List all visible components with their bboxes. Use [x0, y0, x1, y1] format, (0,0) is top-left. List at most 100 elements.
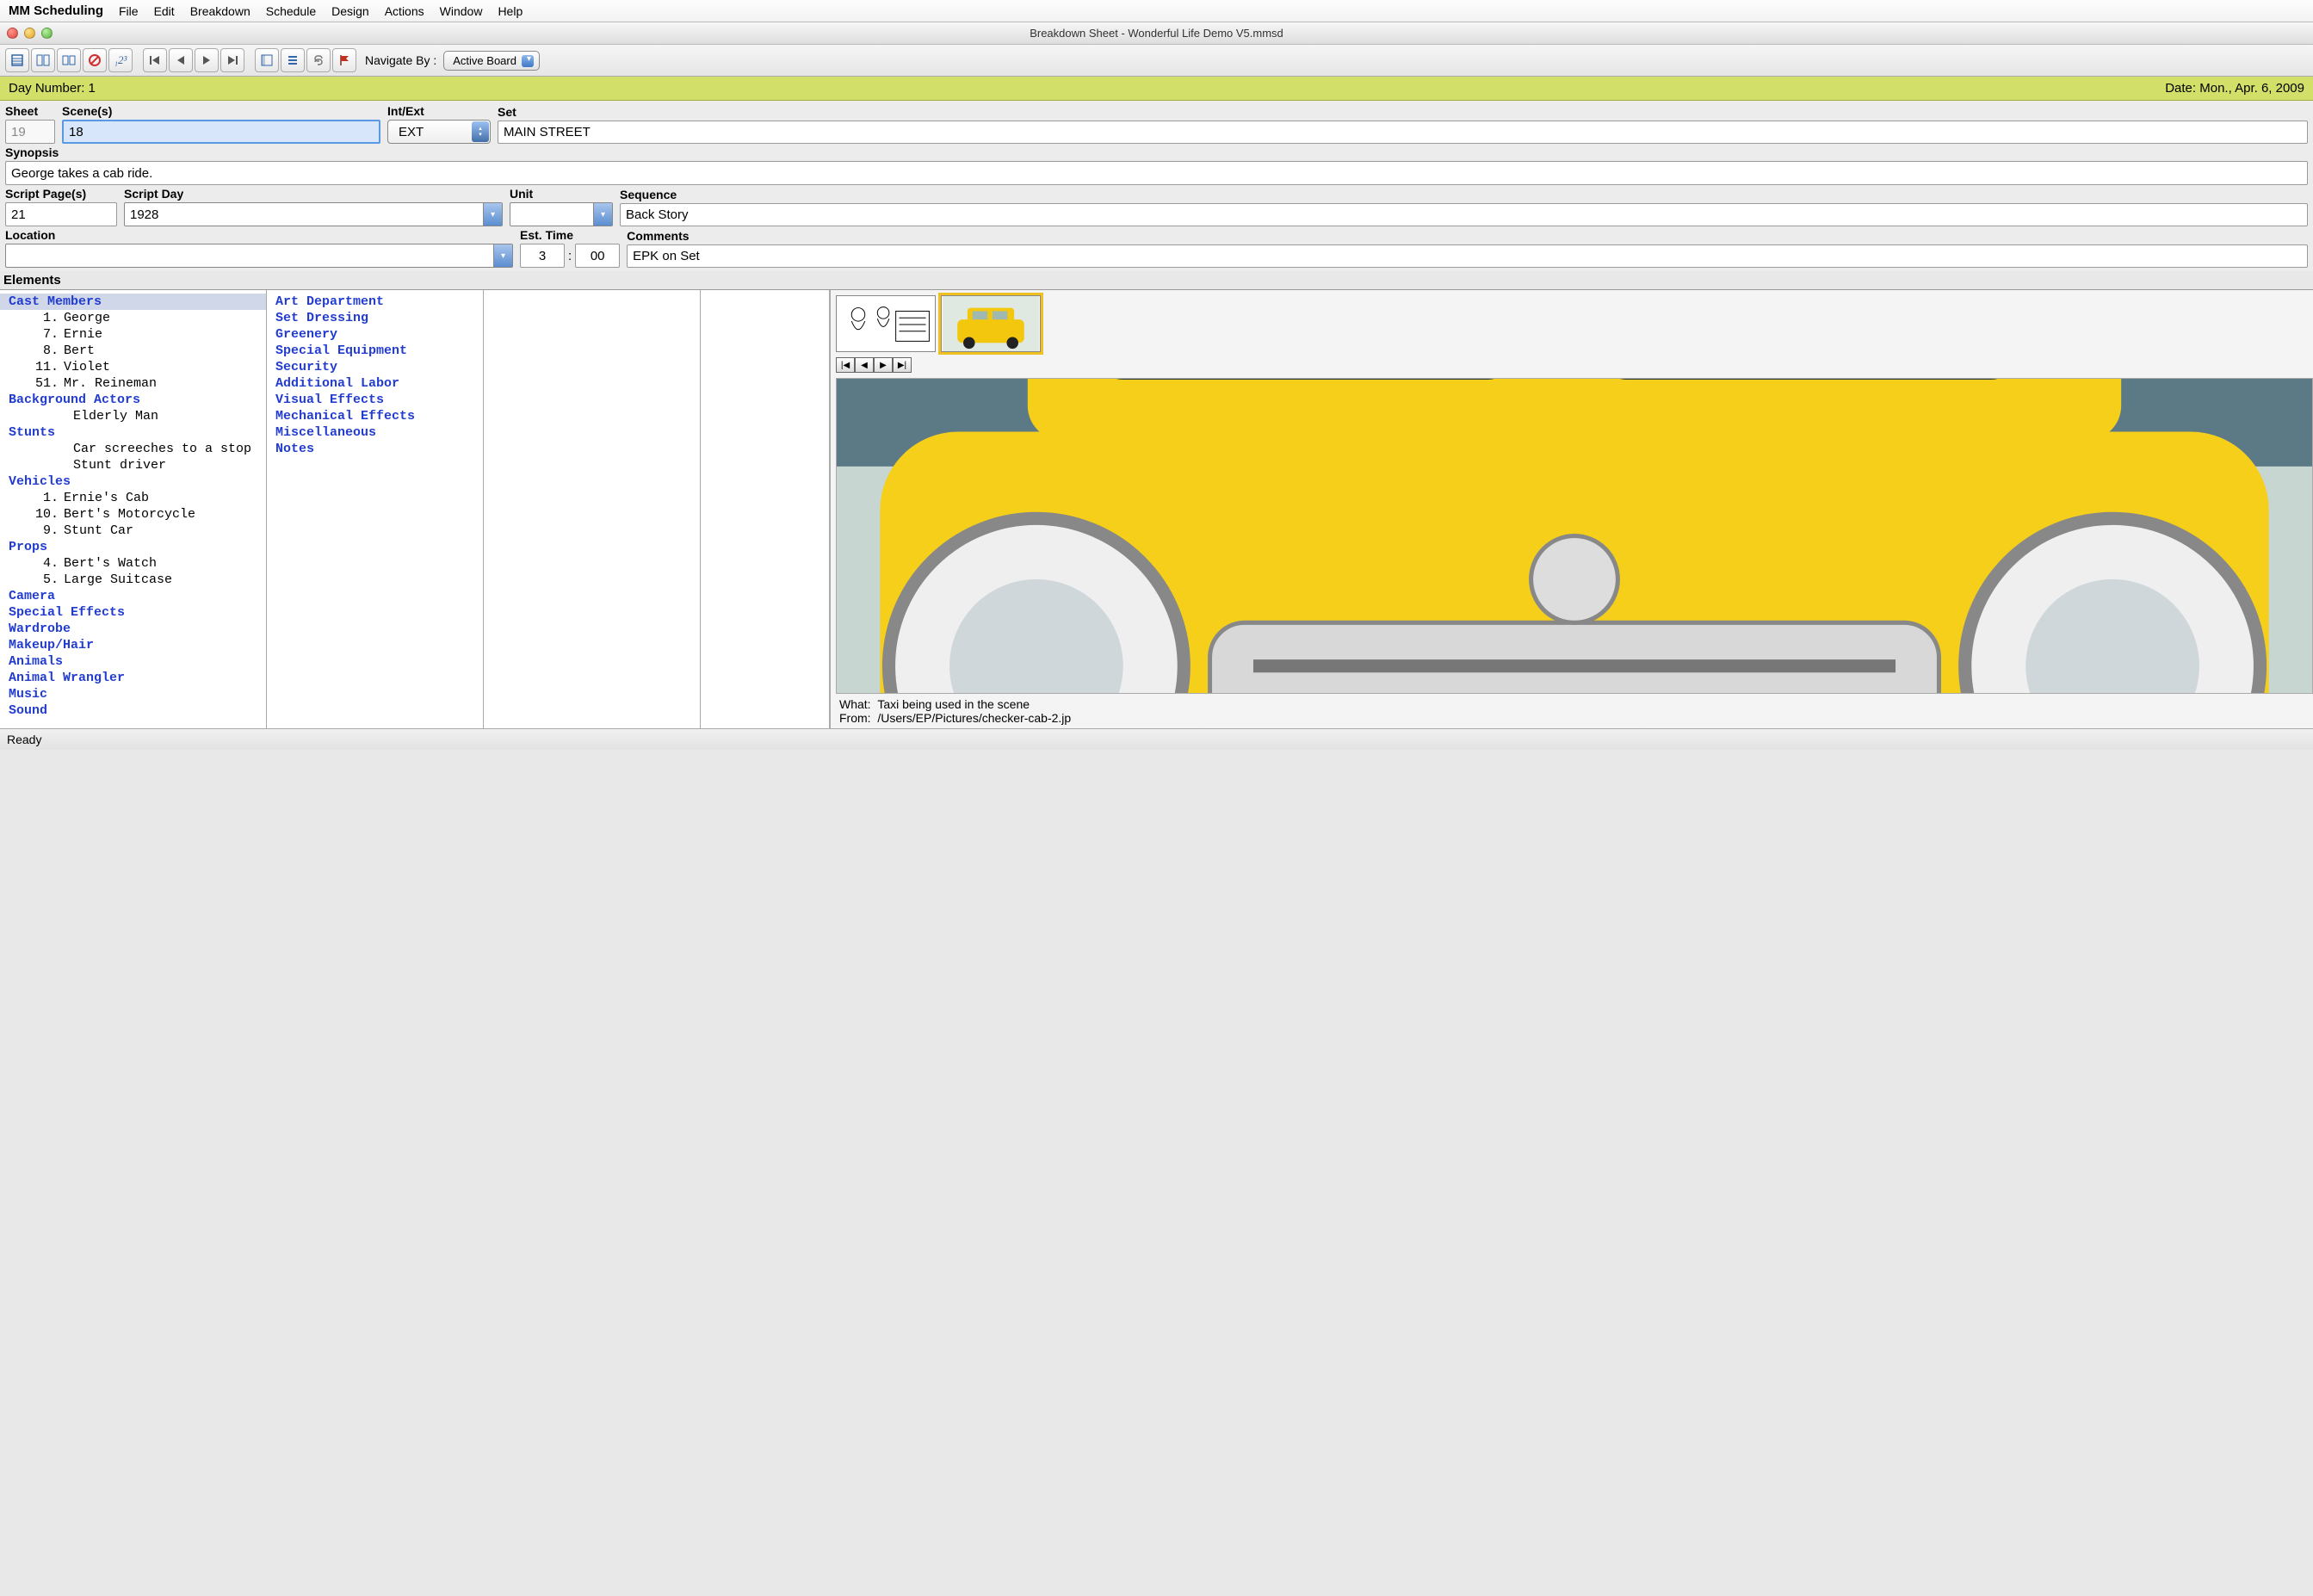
location-label: Location — [5, 228, 513, 242]
esttime-hours-input[interactable] — [520, 244, 565, 268]
status-bar: Ready — [0, 728, 2313, 750]
nav-prev-button[interactable] — [169, 48, 193, 72]
element-category[interactable]: Additional Labor — [267, 375, 483, 392]
elements-column-2[interactable]: Art DepartmentSet DressingGreenerySpecia… — [267, 290, 484, 728]
link-button[interactable] — [306, 48, 331, 72]
element-category[interactable]: Set Dressing — [267, 310, 483, 326]
element-item[interactable]: 11.Violet — [0, 359, 266, 375]
day-date: Date: Mon., Apr. 6, 2009 — [2165, 81, 2304, 96]
element-category[interactable]: Special Effects — [0, 604, 266, 621]
elements-body: Cast Members1.George7.Ernie8.Bert11.Viol… — [0, 289, 2313, 728]
element-item[interactable]: 7.Ernie — [0, 326, 266, 343]
scriptpages-input[interactable] — [5, 202, 117, 226]
unit-label: Unit — [510, 187, 613, 201]
element-item[interactable]: Car screeches to a stop — [0, 441, 266, 457]
element-item[interactable]: 8.Bert — [0, 343, 266, 359]
nav-first-button[interactable] — [143, 48, 167, 72]
thumbnail-2[interactable] — [941, 295, 1041, 352]
element-item[interactable]: 5.Large Suitcase — [0, 572, 266, 588]
element-item[interactable]: Stunt driver — [0, 457, 266, 473]
menu-help[interactable]: Help — [498, 4, 523, 18]
image-pane: |◀ ◀ ▶ ▶| ON RADIO CALL TAXI — [830, 290, 2313, 728]
layout-single-button[interactable] — [255, 48, 279, 72]
element-category[interactable]: Vehicles — [0, 473, 266, 490]
menu-window[interactable]: Window — [440, 4, 483, 18]
element-category[interactable]: Miscellaneous — [267, 424, 483, 441]
scenes-label: Scene(s) — [62, 104, 380, 118]
window-titlebar: Breakdown Sheet - Wonderful Life Demo V5… — [0, 22, 2313, 45]
renumber-button[interactable]: ₁2³ — [108, 48, 133, 72]
set-input[interactable] — [498, 121, 2308, 144]
app-title: MM Scheduling — [9, 3, 103, 18]
comments-input[interactable] — [627, 244, 2308, 268]
location-select[interactable] — [5, 244, 513, 268]
element-item[interactable]: 51.Mr. Reineman — [0, 375, 266, 392]
thumb-prev-button[interactable]: ◀ — [855, 357, 874, 373]
thumbnail-1[interactable] — [836, 295, 936, 352]
menu-actions[interactable]: Actions — [385, 4, 424, 18]
comments-label: Comments — [627, 229, 2308, 243]
element-category[interactable]: Sound — [0, 702, 266, 719]
day-number: Day Number: 1 — [9, 81, 96, 96]
menu-breakdown[interactable]: Breakdown — [190, 4, 250, 18]
element-category[interactable]: Animals — [0, 653, 266, 670]
layout-list-button[interactable] — [281, 48, 305, 72]
element-category[interactable]: Visual Effects — [267, 392, 483, 408]
synopsis-input[interactable] — [5, 161, 2308, 185]
menu-design[interactable]: Design — [331, 4, 369, 18]
nav-next-button[interactable] — [195, 48, 219, 72]
unit-select[interactable] — [510, 202, 613, 226]
elements-column-1[interactable]: Cast Members1.George7.Ernie8.Bert11.Viol… — [0, 290, 267, 728]
element-item[interactable]: 10.Bert's Motorcycle — [0, 506, 266, 523]
element-item[interactable]: 1.George — [0, 310, 266, 326]
nav-last-button[interactable] — [220, 48, 244, 72]
element-category[interactable]: Art Department — [267, 294, 483, 310]
elements-label: Elements — [0, 271, 2313, 289]
element-category[interactable]: Mechanical Effects — [267, 408, 483, 424]
navigate-by-select[interactable]: Active Board — [443, 51, 540, 71]
scriptday-value: 1928 — [130, 207, 158, 222]
menu-schedule[interactable]: Schedule — [266, 4, 316, 18]
view-sheet-button[interactable] — [5, 48, 29, 72]
element-category[interactable]: Stunts — [0, 424, 266, 441]
element-item[interactable]: 1.Ernie's Cab — [0, 490, 266, 506]
sequence-input[interactable] — [620, 203, 2308, 226]
thumbnail-strip — [836, 295, 2313, 352]
view-book-button[interactable] — [31, 48, 55, 72]
element-category[interactable]: Background Actors — [0, 392, 266, 408]
element-category[interactable]: Wardrobe — [0, 621, 266, 637]
intext-value: EXT — [395, 125, 424, 139]
menu-edit[interactable]: Edit — [154, 4, 175, 18]
element-category[interactable]: Security — [267, 359, 483, 375]
image-preview[interactable]: ON RADIO CALL TAXI — [836, 378, 2313, 694]
elements-column-4[interactable] — [701, 290, 830, 728]
intext-label: Int/Ext — [387, 104, 491, 118]
element-item[interactable]: 9.Stunt Car — [0, 523, 266, 539]
element-item[interactable]: 4.Bert's Watch — [0, 555, 266, 572]
element-category[interactable]: Animal Wrangler — [0, 670, 266, 686]
element-category[interactable]: Greenery — [267, 326, 483, 343]
thumb-last-button[interactable]: ▶| — [893, 357, 912, 373]
element-category[interactable]: Notes — [267, 441, 483, 457]
scriptpages-label: Script Page(s) — [5, 187, 117, 201]
element-category[interactable]: Camera — [0, 588, 266, 604]
esttime-label: Est. Time — [520, 228, 620, 242]
scenes-input[interactable] — [62, 120, 380, 144]
element-category[interactable]: Props — [0, 539, 266, 555]
intext-select[interactable]: EXT — [387, 120, 491, 144]
sheet-input[interactable] — [5, 120, 55, 144]
no-entry-button[interactable] — [83, 48, 107, 72]
elements-column-3[interactable] — [484, 290, 701, 728]
element-item[interactable]: Elderly Man — [0, 408, 266, 424]
flag-button[interactable] — [332, 48, 356, 72]
element-category[interactable]: Cast Members — [0, 294, 266, 310]
scriptday-select[interactable]: 1928 — [124, 202, 503, 226]
element-category[interactable]: Special Equipment — [267, 343, 483, 359]
thumb-first-button[interactable]: |◀ — [836, 357, 855, 373]
view-split-button[interactable] — [57, 48, 81, 72]
menu-file[interactable]: File — [119, 4, 139, 18]
element-category[interactable]: Makeup/Hair — [0, 637, 266, 653]
thumb-next-button[interactable]: ▶ — [874, 357, 893, 373]
esttime-minutes-input[interactable] — [575, 244, 620, 268]
element-category[interactable]: Music — [0, 686, 266, 702]
